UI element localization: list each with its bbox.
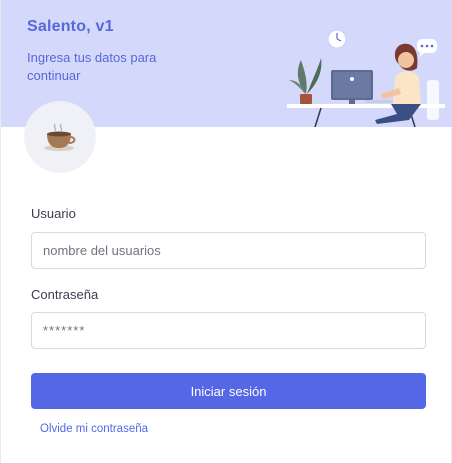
password-input[interactable] xyxy=(31,312,426,349)
password-label: Contraseña xyxy=(31,287,99,302)
forgot-password-link[interactable]: Olvide mi contraseña xyxy=(40,423,148,435)
app-title: Salento, v1 xyxy=(27,18,114,35)
username-label: Usuario xyxy=(31,206,76,221)
login-button[interactable]: Iniciar sesión xyxy=(31,373,426,409)
coffee-cup-icon xyxy=(44,123,76,151)
welcome-subtitle: Ingresa tus datos para continuar xyxy=(27,50,157,83)
avatar xyxy=(24,101,96,173)
wall-clock-icon xyxy=(327,29,347,49)
login-card: Salento, v1 Ingresa tus datos para conti… xyxy=(0,0,452,463)
monitor-icon xyxy=(331,70,393,104)
plant-icon xyxy=(289,58,322,104)
chat-bubble-icon xyxy=(417,39,437,57)
person-illustration xyxy=(375,43,421,124)
workspace-illustration xyxy=(287,29,445,127)
username-input[interactable] xyxy=(31,232,426,269)
